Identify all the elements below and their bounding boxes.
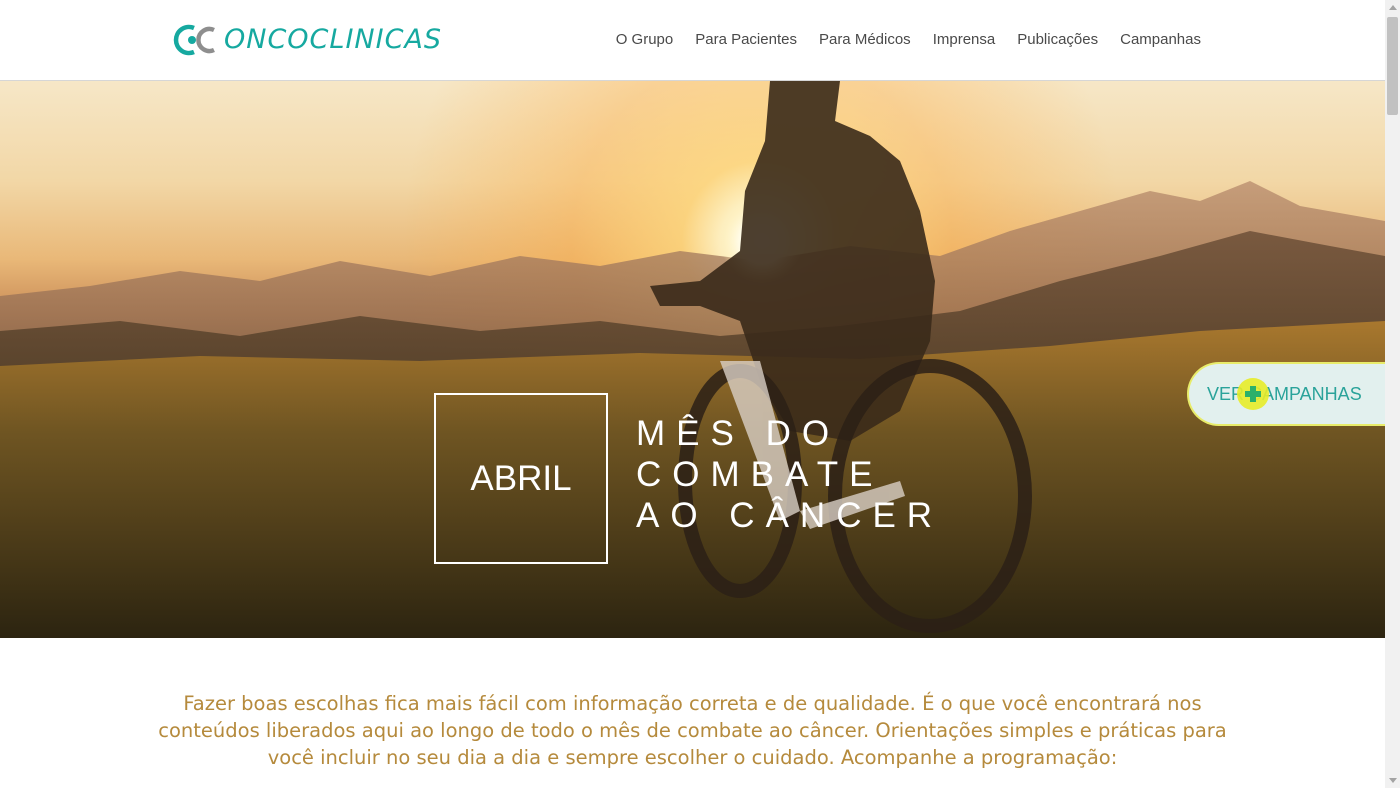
nav-imprensa[interactable]: Imprensa <box>933 31 996 48</box>
hero-title-line-2: COMBATE <box>636 455 884 494</box>
intro-paragraph: Fazer boas escolhas fica mais fácil com … <box>158 692 1227 769</box>
hero-cyclist-sunset-image <box>0 81 1385 638</box>
ver-campanhas-label: VER CAMPANHAS <box>1207 383 1362 404</box>
vertical-scrollbar[interactable] <box>1385 0 1400 788</box>
hero-banner: ABRIL MÊS DO COMBATE AO CÂNCER <box>0 81 1385 638</box>
scroll-down-arrow-icon[interactable] <box>1385 773 1400 788</box>
scroll-up-arrow-icon[interactable] <box>1385 0 1400 15</box>
plus-icon <box>1237 378 1269 410</box>
nav-campanhas[interactable]: Campanhas <box>1120 31 1201 48</box>
nav-publicacoes[interactable]: Publicações <box>1017 31 1098 48</box>
oncoclinicas-logo-icon <box>173 24 215 56</box>
hero-title-line-1: MÊS DO <box>636 414 841 453</box>
logo-text: ONCOCLINICAS <box>224 24 443 55</box>
hero-title-line-3: AO CÂNCER <box>636 496 944 535</box>
nav-para-medicos[interactable]: Para Médicos <box>819 31 911 48</box>
site-header: ONCOCLINICAS O Grupo Para Pacientes Para… <box>0 0 1385 81</box>
scroll-thumb[interactable] <box>1387 17 1398 115</box>
abril-box: ABRIL <box>434 393 608 564</box>
main-nav: O Grupo Para Pacientes Para Médicos Impr… <box>616 31 1201 48</box>
hero-title: MÊS DO COMBATE AO CÂNCER <box>636 413 943 536</box>
nav-para-pacientes[interactable]: Para Pacientes <box>695 31 797 48</box>
nav-o-grupo[interactable]: O Grupo <box>616 31 674 48</box>
site-logo[interactable]: ONCOCLINICAS <box>172 22 442 58</box>
ver-campanhas-button[interactable]: VER CAMPANHAS <box>1187 362 1397 426</box>
abril-label: ABRIL <box>470 458 572 498</box>
